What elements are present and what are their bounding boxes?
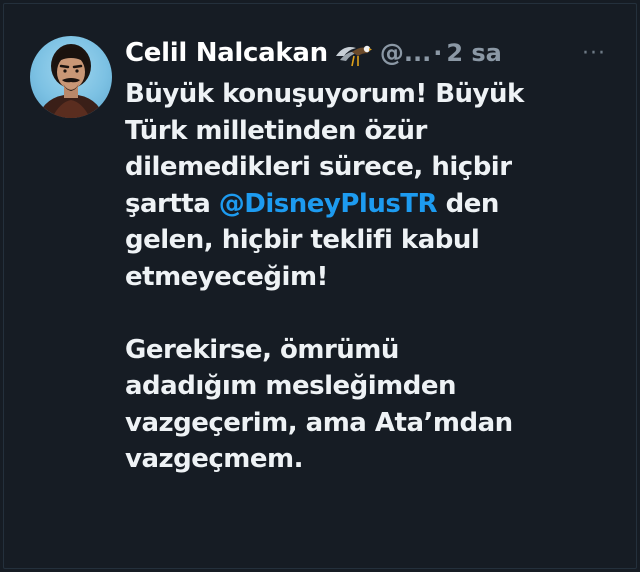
tweet-content: Celil Nalcakan @... · 2 sa ··· Büyük kon… [125, 30, 610, 478]
text-line: gelen, hiçbir teklifi kabul [125, 225, 480, 255]
text-line: adadığım mesleğimden [125, 371, 457, 401]
tweet-header: Celil Nalcakan @... · 2 sa ··· [125, 30, 610, 76]
separator-dot: · [433, 39, 443, 67]
text-line: vazgeçerim, ama Ata’mdan [125, 407, 513, 438]
tweet-card: Celil Nalcakan @... · 2 sa ··· Büyük kon… [0, 0, 640, 572]
text-line: Türk milletinden özür [125, 115, 427, 146]
text-line-with-mention: şartta @DisneyPlusTR den [125, 186, 610, 223]
avatar-image [38, 44, 104, 118]
more-options-icon[interactable]: ··· [582, 41, 606, 66]
text-line: Büyük konuşuyorum! Büyük [125, 79, 524, 109]
text-line: vazgeçmem. [125, 444, 303, 474]
text-line: etmeyeceğim! [125, 261, 328, 292]
text-segment: den [437, 188, 500, 219]
text-segment: şartta [125, 188, 219, 219]
avatar[interactable] [30, 36, 112, 118]
author-name[interactable]: Celil Nalcakan [125, 38, 328, 68]
mention-link[interactable]: @DisneyPlusTR [219, 189, 438, 219]
tweet-timestamp[interactable]: 2 sa [446, 39, 502, 67]
text-line: dilemedikleri sürece, hiçbir [125, 152, 512, 182]
text-line: Gerekirse, ömrümü [125, 334, 399, 365]
tweet-text: Büyük konuşuyorum! Büyük Türk milletinde… [125, 76, 610, 478]
eagle-icon [334, 36, 372, 70]
author-handle[interactable]: @... [380, 39, 431, 67]
